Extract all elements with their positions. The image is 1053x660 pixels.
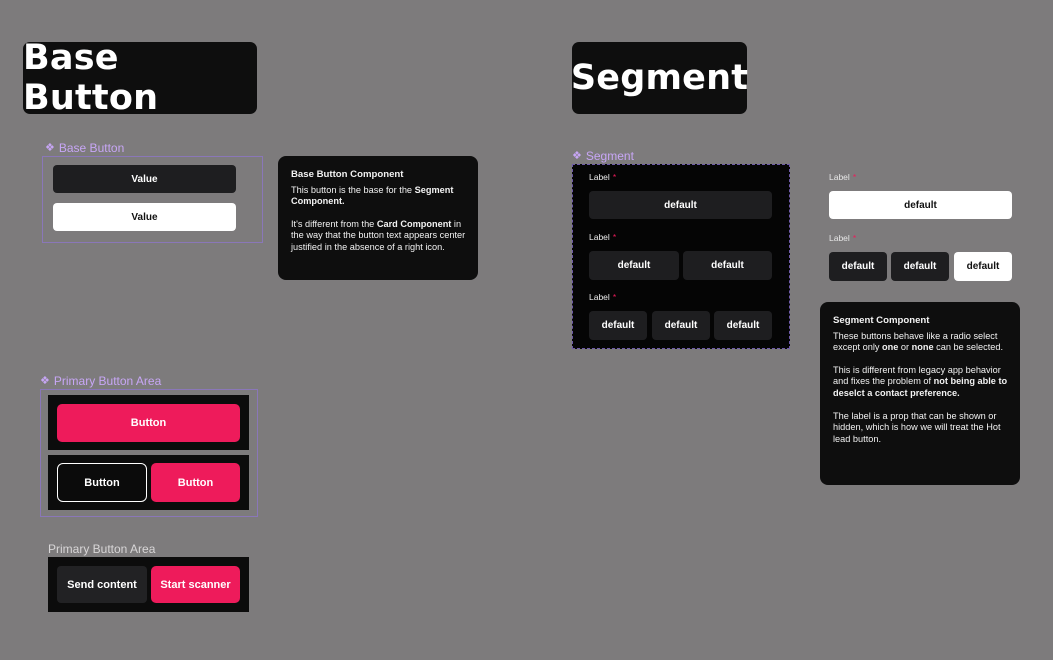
- segment-option[interactable]: default: [589, 311, 647, 340]
- component-label-text: Primary Button Area: [53, 374, 162, 388]
- segment-field-label: Label *: [589, 172, 617, 182]
- primary-button[interactable]: Button: [151, 463, 240, 502]
- segment-component-label[interactable]: ❖ Segment: [572, 149, 634, 163]
- primary-button[interactable]: Button: [57, 404, 240, 442]
- card-paragraph: The label is a prop that can be shown or…: [833, 410, 1001, 444]
- component-label-text: Segment: [585, 149, 634, 163]
- segment-field-label: Label *: [589, 232, 617, 242]
- base-button-dark[interactable]: Value: [53, 165, 236, 193]
- segment-option[interactable]: default: [589, 251, 679, 280]
- segment-option-selected[interactable]: default: [954, 252, 1012, 281]
- component-diamond-icon: ❖: [40, 374, 50, 387]
- segment-option[interactable]: default: [714, 311, 772, 340]
- segment-option[interactable]: default: [683, 251, 772, 280]
- base-button-component-label[interactable]: ❖ Base Button: [45, 141, 124, 155]
- card-paragraph: This button is the base for the Segment …: [291, 184, 454, 207]
- component-diamond-icon: ❖: [572, 149, 582, 162]
- primary-button-area-component-label[interactable]: ❖ Primary Button Area: [40, 374, 161, 388]
- required-asterisk: *: [612, 292, 617, 302]
- segment-option[interactable]: default: [829, 252, 887, 281]
- base-button-light[interactable]: Value: [53, 203, 236, 231]
- component-label-text: Base Button: [58, 141, 125, 155]
- card-paragraph: This is different from legacy app behavi…: [833, 364, 1008, 398]
- segment-option[interactable]: default: [589, 191, 772, 219]
- send-content-button[interactable]: Send content: [57, 566, 147, 603]
- required-asterisk: *: [612, 232, 617, 242]
- segment-title: Segment: [571, 42, 748, 114]
- segment-option[interactable]: default: [891, 252, 949, 281]
- required-asterisk: *: [612, 172, 617, 182]
- base-button-info-card: Base Button Component This button is the…: [278, 156, 478, 280]
- segment-field-label: Label *: [829, 233, 857, 243]
- segment-field-label: Label *: [829, 172, 857, 182]
- segment-field-label: Label *: [589, 292, 617, 302]
- card-paragraph: It's different from the Card Component i…: [291, 218, 466, 252]
- card-paragraph: These buttons behave like a radio select…: [833, 330, 1004, 353]
- required-asterisk: *: [852, 233, 857, 243]
- outline-button[interactable]: Button: [57, 463, 147, 502]
- card-title: Base Button Component: [291, 169, 404, 180]
- base-button-title: Base Button: [23, 38, 257, 118]
- primary-button-area-instance-label: Primary Button Area: [48, 542, 156, 556]
- required-asterisk: *: [852, 172, 857, 182]
- card-title: Segment Component: [833, 315, 930, 326]
- segment-option-selected[interactable]: default: [829, 191, 1012, 219]
- start-scanner-button[interactable]: Start scanner: [151, 566, 240, 603]
- segment-info-card: Segment Component These buttons behave l…: [820, 302, 1020, 485]
- segment-option[interactable]: default: [652, 311, 710, 340]
- component-diamond-icon: ❖: [45, 141, 55, 154]
